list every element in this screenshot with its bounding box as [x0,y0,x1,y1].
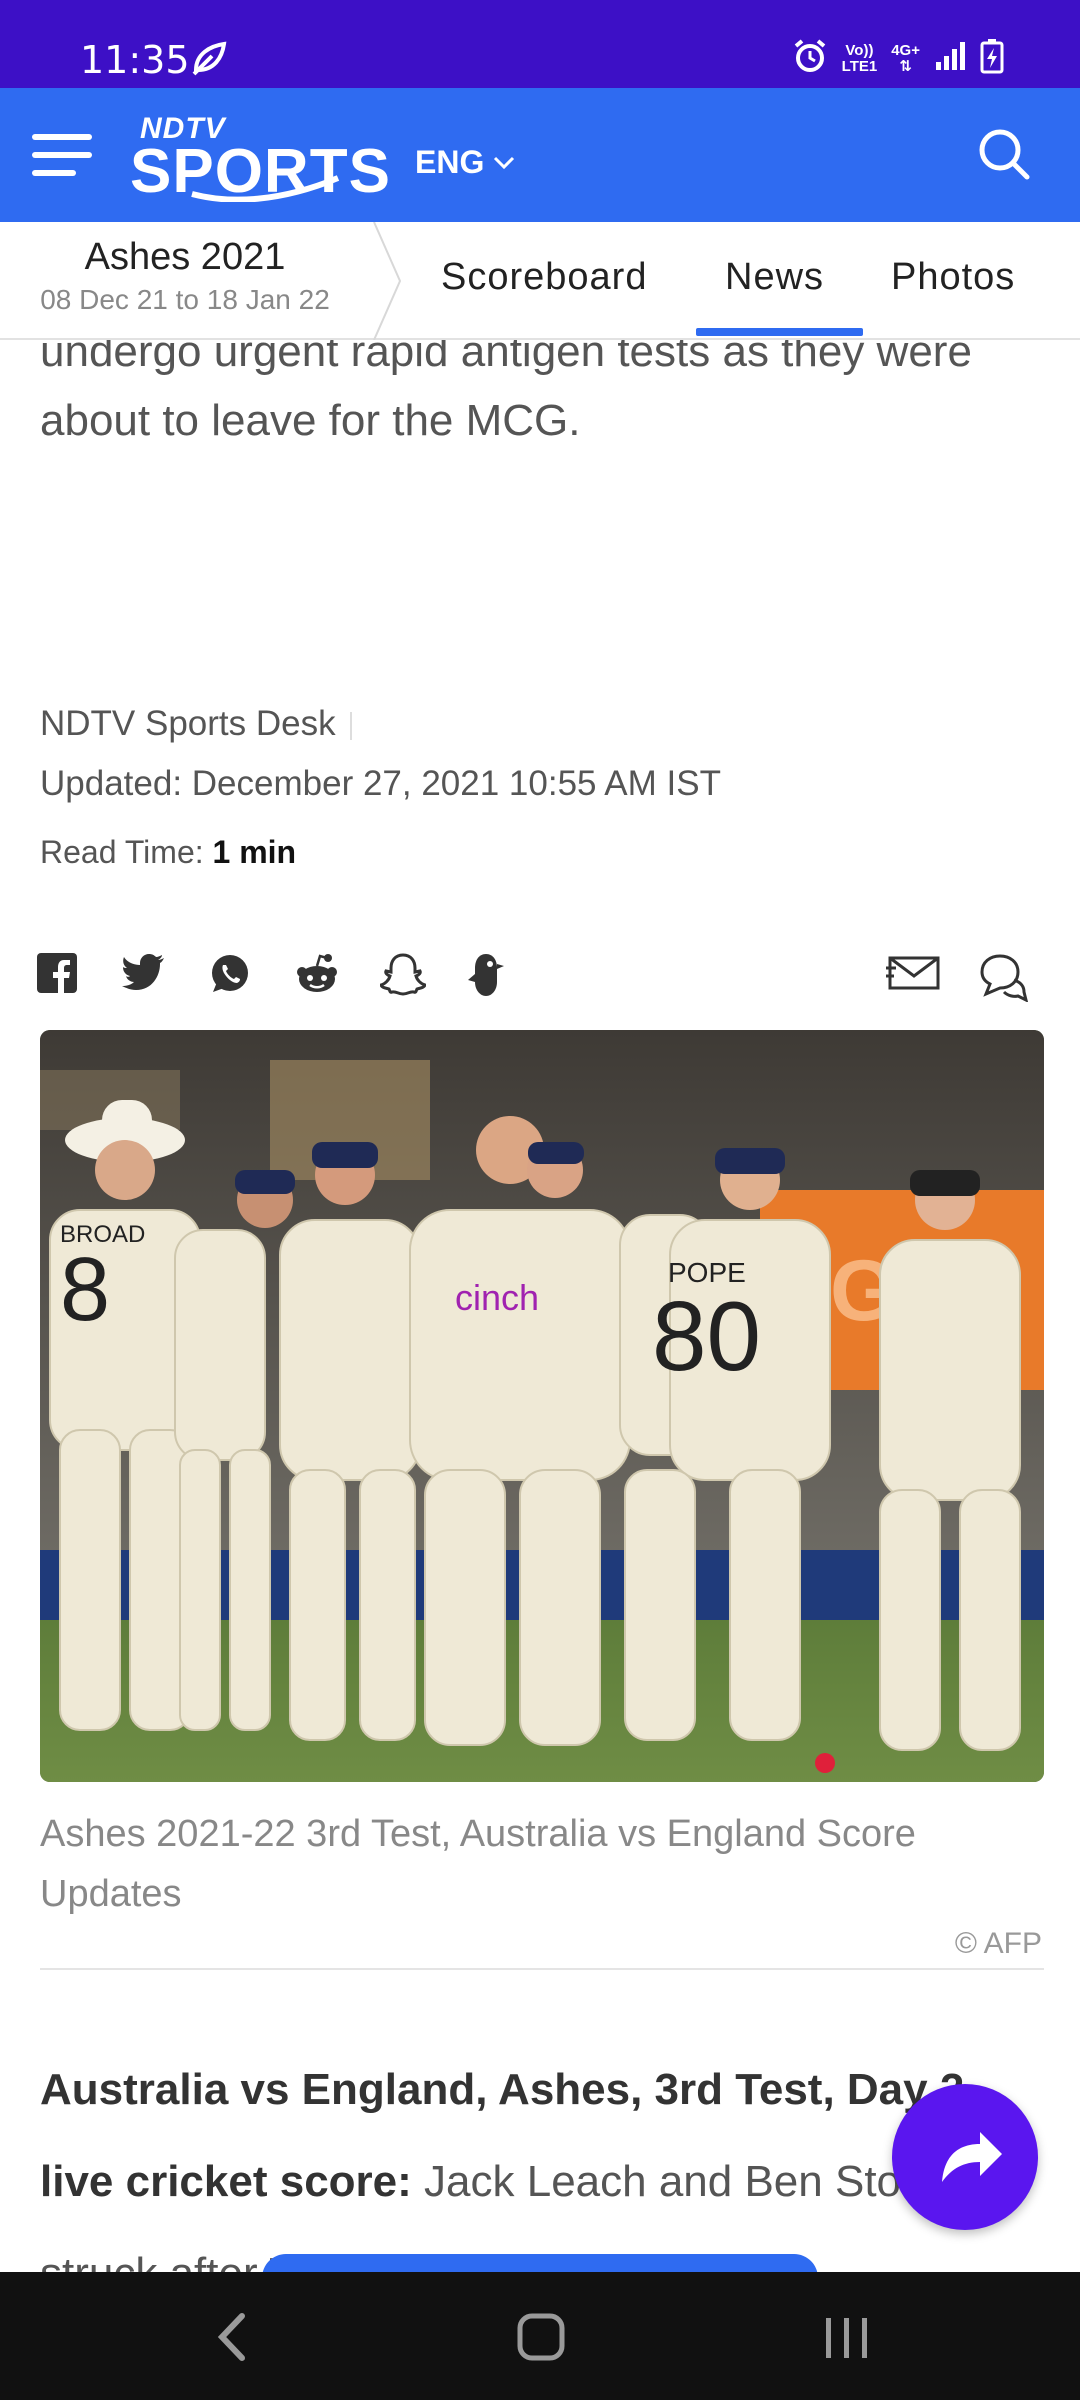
cricket-team-photo: GAT [40,1030,1044,1782]
chevron-right-icon [373,222,402,340]
app-header: NDTV SPORTS ENG [0,88,1080,222]
menu-button[interactable] [30,126,96,182]
tab-news[interactable]: News [725,256,824,299]
recents-icon [826,2318,867,2358]
signal-icon [934,40,966,77]
tab-photos[interactable]: Photos [891,256,1015,299]
koo-icon[interactable] [466,952,512,998]
jersey-number-pope: 80 [652,1281,761,1391]
active-tab-indicator [696,328,863,336]
back-icon [217,2313,245,2361]
search-icon [979,129,1030,180]
language-selector[interactable]: ENG [415,144,516,181]
article-content[interactable]: Score: Play began half an hour late afte… [0,222,1080,2272]
status-bar: 11:35 Vo)) LTE1 4G+ ⇅ [0,0,1080,88]
logo-swoosh-icon [191,175,340,202]
whatsapp-icon[interactable] [208,952,254,998]
share-bar [36,952,1046,1012]
comment-icon[interactable] [976,952,1030,1003]
back-button[interactable] [200,2306,270,2368]
system-nav-bar [0,2272,1080,2400]
leaf-notification-icon [190,40,230,81]
chevron-down-icon [494,156,515,169]
volte-indicator: Vo)) LTE1 [841,41,878,75]
share-fab-button[interactable] [892,2084,1038,2230]
twitter-icon[interactable] [122,952,168,998]
search-button[interactable] [976,126,1032,182]
status-time: 11:35 [80,38,190,82]
home-button[interactable] [506,2306,576,2368]
series-dates: 08 Dec 21 to 18 Jan 22 [40,284,330,315]
article-hero-image[interactable]: GAT [40,1030,1044,1782]
battery-charging-icon [980,38,1004,79]
status-icons: Vo)) LTE1 4G+ ⇅ [792,38,1004,79]
recents-button[interactable] [812,2306,882,2368]
home-icon [517,2313,565,2361]
series-selector[interactable]: Ashes 2021 08 Dec 21 to 18 Jan 22 [0,222,402,340]
alarm-icon [792,38,828,79]
jersey-number-broad: 8 [60,1240,110,1340]
section-divider [40,1968,1044,1970]
snapchat-icon[interactable] [379,952,427,998]
author-name[interactable]: NDTV Sports Desk [40,704,336,743]
series-tab-bar: Ashes 2021 08 Dec 21 to 18 Jan 22 Scoreb… [0,222,1080,340]
email-icon[interactable] [886,952,944,998]
facebook-icon[interactable] [36,952,82,998]
language-label: ENG [415,144,485,180]
hamburger-icon [32,134,92,140]
image-caption: Ashes 2021-22 3rd Test, Australia vs Eng… [40,1813,916,1915]
ndtv-sports-logo[interactable]: NDTV SPORTS [130,112,405,206]
author-byline: NDTV Sports Desk [40,704,352,744]
read-time: Read Time: 1 min [40,834,297,870]
updated-timestamp: Updated: December 27, 2021 10:55 AM IST [40,764,721,803]
reddit-icon[interactable] [294,952,340,998]
series-title: Ashes 2021 [84,236,286,278]
image-credit: © AFP [954,1927,1042,1960]
tab-scoreboard[interactable]: Scoreboard [441,256,647,299]
jersey-sponsor-text: cinch [455,1277,539,1318]
network-indicator: 4G+ ⇅ [891,41,920,75]
byline-divider [349,711,352,740]
data-arrows-icon: ⇅ [899,57,912,75]
share-arrow-icon [942,2132,1002,2182]
